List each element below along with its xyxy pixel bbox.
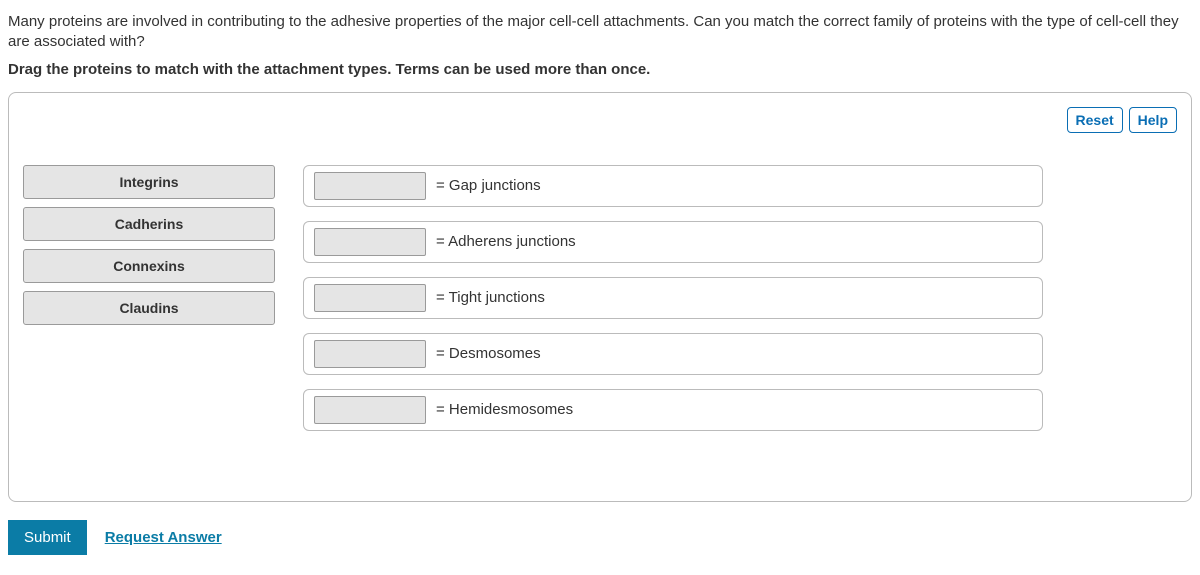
target-row: = Desmosomes: [303, 333, 1043, 375]
drag-tile-connexins[interactable]: Connexins: [23, 249, 275, 283]
drop-slot[interactable]: [314, 172, 426, 200]
target-label: = Desmosomes: [436, 345, 541, 362]
drop-slot[interactable]: [314, 340, 426, 368]
drag-tile-integrins[interactable]: Integrins: [23, 165, 275, 199]
topbar: Reset Help: [1067, 107, 1177, 133]
request-answer-link[interactable]: Request Answer: [105, 529, 222, 546]
drag-tile-claudins[interactable]: Claudins: [23, 291, 275, 325]
instructions-text: Drag the proteins to match with the atta…: [8, 61, 1192, 78]
target-label: = Tight junctions: [436, 289, 545, 306]
drag-area: Integrins Cadherins Connexins Claudins =…: [23, 165, 1177, 431]
target-row: = Tight junctions: [303, 277, 1043, 319]
source-column: Integrins Cadherins Connexins Claudins: [23, 165, 275, 431]
target-row: = Gap junctions: [303, 165, 1043, 207]
targets-column: = Gap junctions = Adherens junctions = T…: [303, 165, 1177, 431]
target-label: = Adherens junctions: [436, 233, 576, 250]
target-label: = Hemidesmosomes: [436, 401, 573, 418]
target-row: = Adherens junctions: [303, 221, 1043, 263]
drop-slot[interactable]: [314, 284, 426, 312]
target-row: = Hemidesmosomes: [303, 389, 1043, 431]
page: Many proteins are involved in contributi…: [0, 0, 1200, 575]
question-text: Many proteins are involved in contributi…: [8, 12, 1192, 53]
bottombar: Submit Request Answer: [8, 520, 1192, 555]
target-label: = Gap junctions: [436, 177, 541, 194]
reset-button[interactable]: Reset: [1067, 107, 1123, 133]
drop-slot[interactable]: [314, 228, 426, 256]
drop-slot[interactable]: [314, 396, 426, 424]
drag-tile-cadherins[interactable]: Cadherins: [23, 207, 275, 241]
submit-button[interactable]: Submit: [8, 520, 87, 555]
activity-box: Reset Help Integrins Cadherins Connexins…: [8, 92, 1192, 502]
help-button[interactable]: Help: [1129, 107, 1177, 133]
